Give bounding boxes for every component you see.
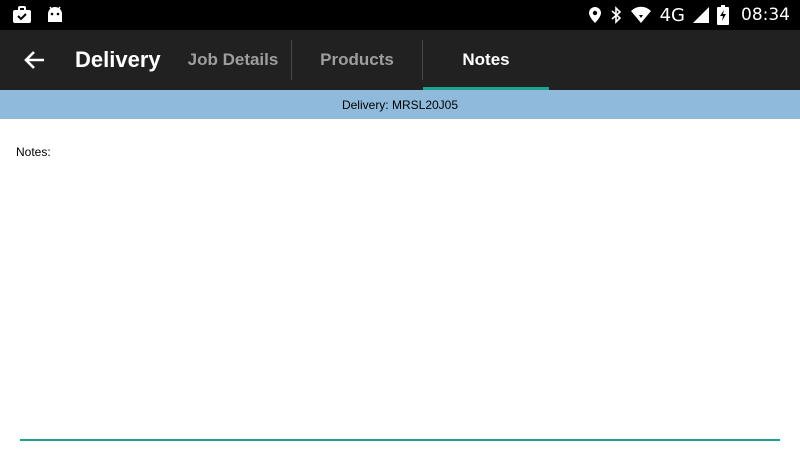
tab-products[interactable]: Products	[292, 30, 422, 90]
wifi-icon	[630, 6, 652, 24]
android-icon	[46, 6, 64, 24]
battery-charging-icon	[717, 5, 729, 25]
signal-icon	[693, 7, 709, 23]
arrow-back-icon	[24, 50, 46, 70]
status-left-group	[12, 6, 64, 24]
status-right-group: 4G 08:34	[588, 5, 790, 26]
briefcase-check-icon	[12, 6, 32, 24]
clock-time: 08:34	[741, 5, 790, 25]
notes-panel: Notes:	[0, 119, 800, 450]
location-icon	[588, 6, 602, 24]
status-bar: 4G 08:34	[0, 0, 800, 30]
tab-label: Notes	[462, 50, 510, 69]
tab-label: Job Details	[187, 50, 279, 69]
tab-bar: Job Details Products Notes	[175, 30, 549, 90]
back-button[interactable]	[0, 30, 70, 90]
tab-job-details[interactable]: Job Details	[175, 30, 291, 90]
app-title: Delivery	[75, 47, 161, 72]
delivery-id-text: Delivery: MRSL20J05	[341, 97, 459, 112]
delivery-id-banner: Delivery: MRSL20J05	[0, 90, 800, 119]
network-type-label: 4G	[659, 4, 685, 26]
tab-notes[interactable]: Notes	[423, 30, 549, 90]
bluetooth-icon	[610, 6, 622, 24]
tab-label: Products	[320, 50, 394, 69]
app-bar: Delivery Job Details Products Notes	[0, 30, 800, 90]
notes-input[interactable]	[20, 179, 780, 441]
notes-label: Notes:	[16, 145, 51, 159]
